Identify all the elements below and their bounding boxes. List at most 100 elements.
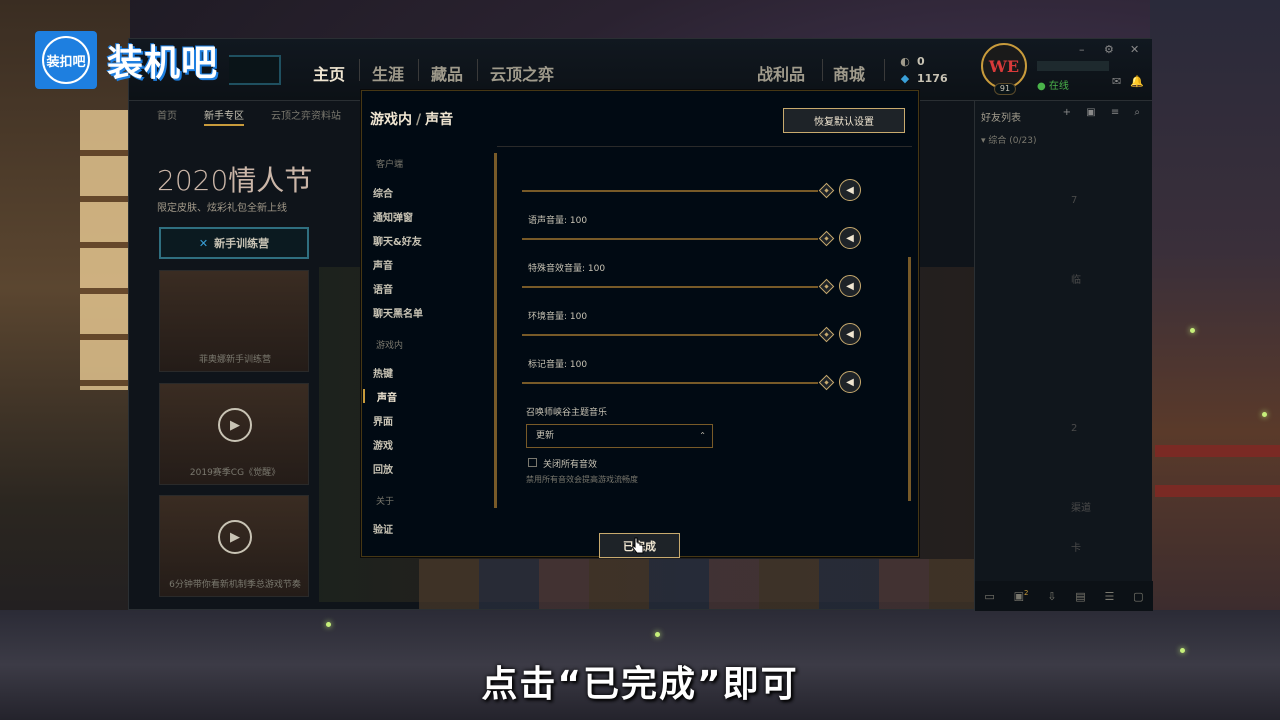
nav-home[interactable]: 主页	[313, 61, 345, 85]
volume-slider-thumb[interactable]	[818, 326, 835, 343]
video-card-title: 2019赛季CG《觉醒》	[189, 468, 281, 478]
hand-cursor-icon	[632, 537, 644, 554]
friend-entry[interactable]: 渠道	[1071, 499, 1091, 514]
subnav-tft-site[interactable]: 云顶之弈资料站	[271, 107, 341, 122]
notification-icon[interactable]: 🔔	[1130, 75, 1144, 88]
clipboard-icon[interactable]: ▤	[1075, 590, 1085, 603]
friend-entry[interactable]: 临	[1071, 271, 1081, 286]
rp-amount: 0	[917, 55, 925, 68]
volume-slider-track[interactable]	[522, 190, 818, 192]
play-icon: ▶	[218, 408, 252, 442]
be-amount: 1176	[917, 72, 948, 85]
subnav-beginner[interactable]: 新手专区	[204, 107, 244, 126]
sidebar-item-voice[interactable]: 语音	[373, 281, 393, 296]
volume-slider-thumb[interactable]	[818, 374, 835, 391]
nav-store[interactable]: 商城	[833, 61, 865, 85]
online-dot-icon: ●	[1037, 81, 1049, 92]
voice-volume-label: 语声音量: 100	[528, 216, 588, 226]
ambient-volume-label: 环境音量: 100	[528, 312, 588, 322]
modal-divider	[497, 146, 912, 147]
title-separator: /	[416, 112, 422, 128]
status-indicator[interactable]: ● 在线	[1037, 77, 1069, 92]
sidebar-item-interface[interactable]: 界面	[373, 413, 393, 428]
settings-title: 游戏内 / 声音	[370, 109, 453, 129]
nav-tft[interactable]: 云顶之弈	[490, 61, 554, 85]
training-button[interactable]: ✕ 新手训练营	[159, 227, 309, 259]
missions-icon[interactable]: ▣2	[1014, 589, 1029, 603]
volume-slider-thumb[interactable]	[818, 230, 835, 247]
content-scrollbar[interactable]	[908, 257, 911, 501]
volume-slider-track[interactable]	[522, 334, 818, 336]
minimize-icon[interactable]: –	[1079, 43, 1085, 56]
sidebar-item-chat-friends[interactable]: 聊天&好友	[373, 233, 422, 248]
mute-all-label: 关闭所有音效	[543, 460, 598, 470]
friends-bottom-bar: ▭ ▣2 ⇩ ▤ ☰ ▢	[975, 581, 1153, 611]
champion-strip	[419, 559, 979, 609]
mute-all-checkbox[interactable]	[528, 458, 537, 467]
firefly	[326, 622, 331, 627]
nav-divider	[418, 59, 419, 81]
video-card-title: 菲奥娜新手训练营	[198, 355, 271, 365]
play-button[interactable]	[229, 55, 281, 85]
nav-loot[interactable]: 战利品	[757, 61, 805, 85]
friends-group-label: 综合 (0/23)	[988, 136, 1037, 146]
volume-slider-track[interactable]	[522, 238, 818, 240]
mail-icon[interactable]: ✉	[1112, 75, 1121, 88]
mute-all-description: 禁用所有音效会提高游戏流畅度	[526, 475, 638, 484]
friend-entry[interactable]: 2	[1071, 423, 1077, 434]
speaker-icon[interactable]: ◀	[839, 275, 861, 297]
video-card[interactable]: ▶ 2019赛季CG《觉醒》	[159, 383, 309, 485]
sidebar-item-general[interactable]: 综合	[373, 185, 393, 200]
sidebar-item-replays[interactable]: 回放	[373, 461, 393, 476]
missions-badge: 2	[1024, 589, 1029, 598]
reset-defaults-button[interactable]: 恢复默认设置	[783, 108, 905, 133]
music-theme-select[interactable]: 更新 ⌃	[526, 424, 713, 448]
settings-title-current: 声音	[425, 112, 454, 128]
sidebar-item-ingame-sound[interactable]: 声音	[377, 389, 397, 404]
training-button-label: 新手训练营	[214, 237, 270, 250]
friend-entry[interactable]: 卡	[1071, 539, 1081, 554]
be-balance[interactable]: ◆ 1176	[899, 72, 948, 85]
rp-balance[interactable]: ◐ 0	[899, 55, 925, 68]
settings-modal: 游戏内 / 声音 恢复默认设置 客户端 综合 通知弹窗 聊天&好友 声音 语音 聊天…	[361, 90, 919, 557]
sidebar-scrollbar[interactable]	[494, 153, 497, 508]
nav-divider	[477, 59, 478, 81]
speaker-icon[interactable]: ◀	[839, 179, 861, 201]
volume-slider-track[interactable]	[522, 382, 818, 384]
chat-icon[interactable]: ▭	[984, 590, 994, 603]
level-badge: 91	[994, 83, 1016, 95]
friends-toolbar[interactable]: + ▣ ≡ ⌕	[1063, 107, 1146, 118]
play-icon: ▶	[218, 520, 252, 554]
friend-entry[interactable]: 7	[1071, 195, 1077, 206]
download-icon[interactable]: ⇩	[1047, 590, 1056, 603]
nav-profile[interactable]: 生涯	[372, 61, 404, 85]
blue-essence-icon: ◆	[900, 72, 910, 85]
video-card[interactable]: ▶ 6分钟带你看新机制季总游戏节奏	[159, 495, 309, 597]
sidebar-item-blocklist[interactable]: 聊天黑名单	[373, 305, 423, 320]
volume-slider-track[interactable]	[522, 286, 818, 288]
sidebar-item-notifications[interactable]: 通知弹窗	[373, 209, 413, 224]
sidebar-item-hotkeys[interactable]: 热键	[373, 365, 393, 380]
background-window	[80, 110, 130, 390]
speaker-icon[interactable]: ◀	[839, 323, 861, 345]
swords-icon: ✕	[198, 236, 209, 250]
gear-icon[interactable]: ⚙	[1104, 43, 1114, 56]
list-icon[interactable]: ☰	[1104, 590, 1114, 603]
video-card[interactable]: 菲奥娜新手训练营	[159, 270, 309, 372]
help-icon[interactable]: ▢	[1133, 590, 1143, 603]
friends-header: 好友列表	[981, 113, 1021, 124]
close-icon[interactable]: ✕	[1130, 43, 1139, 56]
sidebar-item-verify[interactable]: 验证	[373, 521, 393, 536]
nav-collection[interactable]: 藏品	[431, 61, 463, 85]
speaker-icon[interactable]: ◀	[839, 227, 861, 249]
friends-group[interactable]: ▾ 综合 (0/23)	[981, 133, 1037, 146]
subnav-home[interactable]: 首页	[157, 107, 177, 122]
summoner-name	[1037, 61, 1109, 71]
volume-slider-thumb[interactable]	[818, 278, 835, 295]
rp-icon: ◐	[900, 55, 910, 68]
volume-slider-thumb[interactable]	[818, 182, 835, 199]
sidebar-item-client-sound[interactable]: 声音	[373, 257, 393, 272]
speaker-icon[interactable]: ◀	[839, 371, 861, 393]
sidebar-item-game[interactable]: 游戏	[373, 437, 393, 452]
nav-divider	[359, 59, 360, 81]
